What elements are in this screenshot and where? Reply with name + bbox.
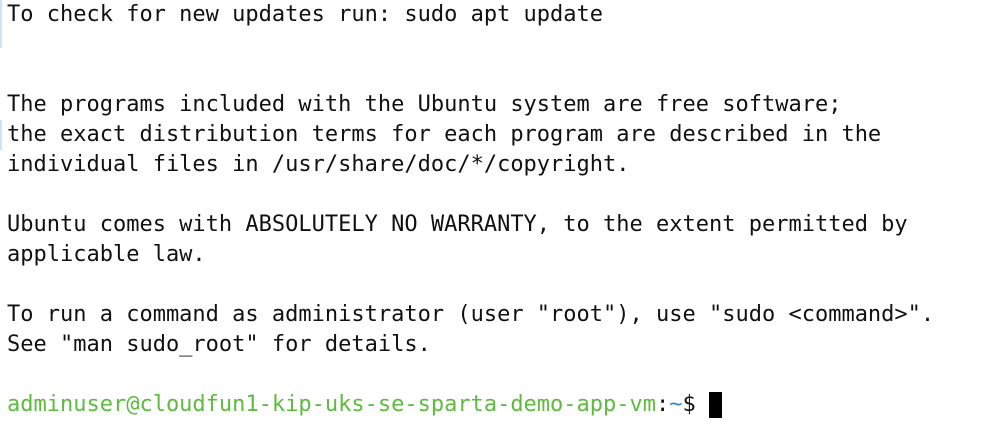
terminal-line: See "man sudo_root" for details. (7, 332, 431, 357)
terminal-line: To check for new updates run: sudo apt u… (7, 2, 604, 27)
terminal-line: individual files in /usr/share/doc/*/cop… (7, 152, 630, 177)
terminal-line: applicable law. (7, 242, 206, 267)
prompt-user-host: adminuser@cloudfun1-kip-uks-se-sparta-de… (7, 392, 657, 417)
terminal-line: the exact distribution terms for each pr… (7, 122, 882, 147)
terminal-line: Ubuntu comes with ABSOLUTELY NO WARRANTY… (7, 212, 908, 237)
prompt-symbol: $ (682, 392, 710, 417)
shell-prompt[interactable]: adminuser@cloudfun1-kip-uks-se-sparta-de… (7, 390, 723, 420)
window-edge-highlight (0, 0, 2, 48)
terminal-line: The programs included with the Ubuntu sy… (7, 92, 842, 117)
terminal-window[interactable]: To check for new updates run: sudo apt u… (0, 0, 985, 436)
text-cursor[interactable] (709, 392, 723, 418)
terminal-line: To run a command as administrator (user … (7, 302, 935, 327)
window-edge-highlight (0, 120, 2, 150)
prompt-separator: : (656, 392, 670, 417)
prompt-path: ~ (669, 392, 683, 417)
